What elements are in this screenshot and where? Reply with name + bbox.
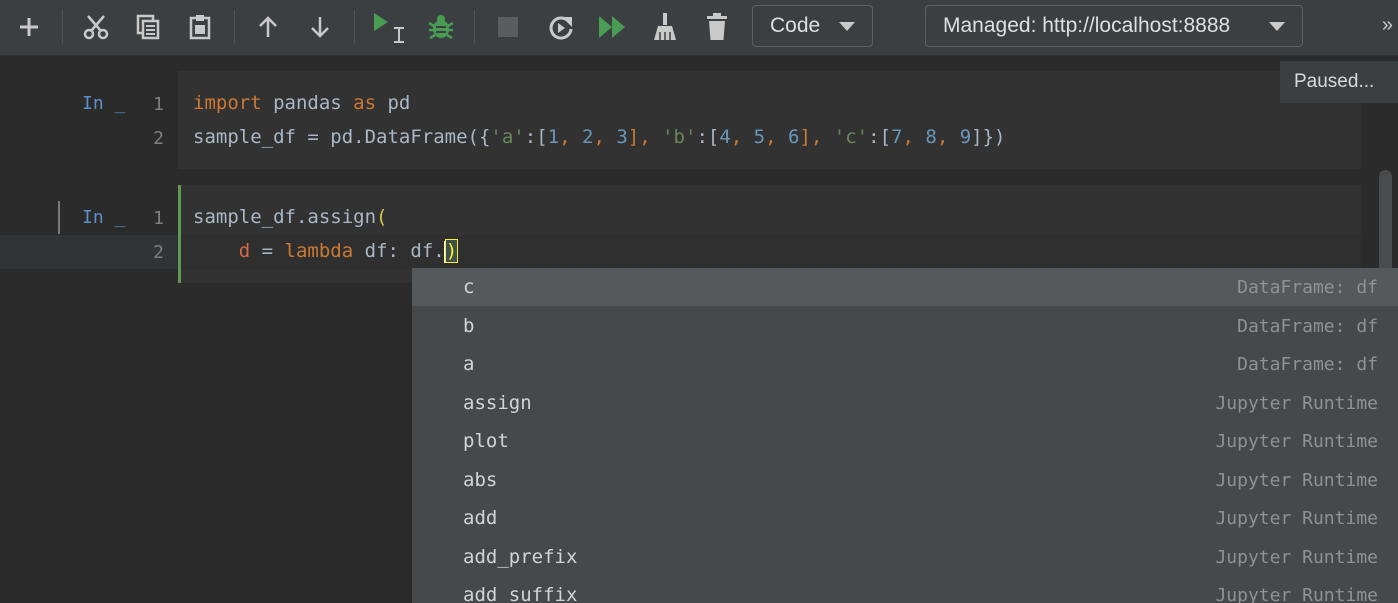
run-cell-icon	[374, 13, 404, 43]
completion-item[interactable]: c DataFrame: df	[412, 268, 1398, 306]
completion-item[interactable]: b DataFrame: df	[412, 307, 1398, 345]
chevron-down-icon	[839, 22, 855, 31]
debug-button[interactable]	[422, 8, 460, 46]
code-line[interactable]: import pandas as pd	[193, 92, 410, 114]
cell-type-label: Code	[770, 14, 821, 37]
cut-button[interactable]	[77, 8, 115, 46]
run-cell-button[interactable]	[368, 8, 406, 46]
toolbar-separator	[62, 10, 63, 44]
move-up-icon	[259, 16, 277, 37]
completion-item-source: Jupyter Runtime	[1215, 585, 1378, 603]
completion-item[interactable]: plot Jupyter Runtime	[412, 422, 1398, 460]
completion-popup[interactable]: c DataFrame: df b DataFrame: df a DataFrame: …	[412, 268, 1398, 603]
completion-item-source: Jupyter Runtime	[1215, 431, 1378, 452]
line-number: 2	[153, 242, 164, 263]
add-cell-button[interactable]	[10, 8, 48, 46]
toolbar-separator	[354, 10, 355, 44]
completion-item-name: add_suffix	[463, 584, 578, 603]
paste-button[interactable]	[181, 8, 219, 46]
cell-prompt: In _	[82, 93, 126, 114]
completion-item-name: a	[463, 353, 475, 375]
delete-icon	[707, 13, 727, 40]
kernel-status: Paused...	[1280, 61, 1398, 103]
move-down-button[interactable]	[301, 8, 339, 46]
chevron-down-icon	[1269, 22, 1285, 31]
completion-item-name: add_prefix	[463, 545, 578, 568]
debug-icon	[428, 15, 454, 40]
completion-item-name: assign	[463, 391, 532, 414]
completion-item-source: Jupyter Runtime	[1215, 392, 1378, 414]
copy-button[interactable]	[129, 8, 167, 46]
completion-item[interactable]: add_prefix Jupyter Runtime	[412, 538, 1398, 576]
matched-bracket: )	[444, 239, 459, 263]
clear-output-icon	[654, 13, 676, 40]
code-line[interactable]: sample_df.assign(	[193, 206, 387, 228]
stop-icon	[498, 17, 518, 37]
run-all-button[interactable]	[594, 8, 632, 46]
completion-item-name: plot	[463, 430, 509, 452]
completion-item[interactable]: add_suffix Jupyter Runtime	[412, 576, 1398, 603]
restart-icon	[549, 16, 573, 40]
move-down-icon	[311, 17, 329, 38]
completion-item-source: Jupyter Runtime	[1215, 508, 1378, 529]
completion-item-source: DataFrame: df	[1237, 315, 1378, 337]
completion-item-source: Jupyter Runtime	[1215, 469, 1378, 491]
completion-item[interactable]: abs Jupyter Runtime	[412, 461, 1398, 499]
line-number: 2	[153, 128, 164, 149]
code-line[interactable]: sample_df = pd.DataFrame({'a':[1, 2, 3],…	[193, 126, 1005, 148]
delete-cell-button[interactable]	[698, 8, 736, 46]
line-number: 1	[153, 208, 164, 229]
toolbar-separator	[234, 10, 235, 44]
more-icon[interactable]: »	[1382, 14, 1393, 37]
completion-item-name: add	[463, 507, 498, 529]
completion-item-name: b	[463, 314, 475, 337]
move-up-button[interactable]	[249, 8, 287, 46]
completion-item-source: DataFrame: df	[1237, 354, 1378, 375]
completion-item-name: abs	[463, 468, 498, 491]
cell-prompt: In _	[82, 207, 126, 228]
toolbar: Code Managed: http://localhost:8888 »	[0, 0, 1398, 56]
paste-icon	[189, 15, 211, 40]
restart-button[interactable]	[542, 8, 580, 46]
completion-item[interactable]: add Jupyter Runtime	[412, 499, 1398, 537]
code-line[interactable]: d = lambda df: df.)	[193, 239, 459, 263]
completion-item-source: DataFrame: df	[1237, 277, 1378, 298]
completion-item[interactable]: assign Jupyter Runtime	[412, 384, 1398, 422]
clear-outputs-button[interactable]	[646, 8, 684, 46]
active-cell-marker	[58, 201, 60, 234]
stop-button[interactable]	[489, 8, 527, 46]
cell-type-dropdown[interactable]: Code	[752, 5, 873, 47]
cut-icon	[83, 15, 109, 40]
copy-icon	[136, 14, 160, 40]
completion-item[interactable]: a DataFrame: df	[412, 345, 1398, 383]
toolbar-separator	[474, 10, 475, 44]
run-all-icon	[599, 16, 625, 38]
server-dropdown[interactable]: Managed: http://localhost:8888	[925, 5, 1303, 47]
completion-item-name: c	[463, 276, 475, 298]
add-icon	[20, 18, 38, 36]
completion-item-source: Jupyter Runtime	[1215, 546, 1378, 568]
line-number: 1	[153, 94, 164, 115]
server-label: Managed: http://localhost:8888	[943, 14, 1231, 37]
code-cell[interactable]	[178, 71, 1361, 169]
